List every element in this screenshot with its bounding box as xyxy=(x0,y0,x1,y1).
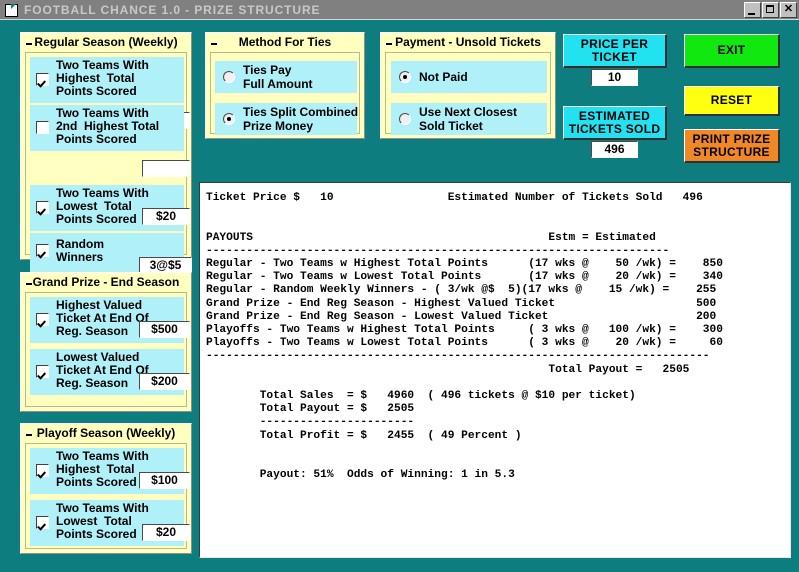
row-regular-highest[interactable]: Two Teams With Highest Total Points Scor… xyxy=(30,57,184,103)
panel-playoff-season: Playoff Season (Weekly) Two Teams With H… xyxy=(20,423,192,554)
radio-ties-split[interactable] xyxy=(223,113,235,125)
panel-playoff-season-title: Playoff Season (Weekly) xyxy=(36,426,176,440)
window-controls: ✕ xyxy=(744,2,797,18)
title-bar: FOOTBALL CHANCE 1.0 - PRIZE STRUCTURE ✕ xyxy=(0,0,799,20)
estimated-tickets-sold-button[interactable]: ESTIMATED TICKETS SOLD xyxy=(563,106,667,140)
label-regular-highest: Two Teams With Highest Total Points Scor… xyxy=(56,58,149,98)
value-regular-lowest[interactable]: $20 xyxy=(142,208,190,225)
radio-ties-pay-full[interactable] xyxy=(223,71,235,83)
label-regular-lowest: Two Teams With Lowest Total Points Score… xyxy=(56,186,149,226)
label-playoff-lowest: Two Teams With Lowest Total Points Score… xyxy=(56,501,149,541)
system-menu-icon[interactable] xyxy=(3,3,19,17)
row-regular-2nd-highest[interactable]: Two Teams With 2nd Highest Total Points … xyxy=(30,105,184,151)
label-not-paid: Not Paid xyxy=(419,70,468,84)
checkbox-regular-highest[interactable] xyxy=(36,73,49,86)
price-per-ticket-value[interactable]: 10 xyxy=(591,69,638,86)
application-window: FOOTBALL CHANCE 1.0 - PRIZE STRUCTURE ✕ … xyxy=(0,0,799,572)
minimize-button[interactable] xyxy=(744,2,761,18)
value-grand-highest[interactable]: $500 xyxy=(139,321,190,338)
panel-payment-unsold-title: Payment - Unsold Tickets xyxy=(395,35,541,49)
checkbox-playoff-lowest[interactable] xyxy=(36,516,49,529)
radio-row-ties-split[interactable]: Ties Split Combined Prize Money xyxy=(215,103,359,135)
value-playoff-lowest[interactable]: $20 xyxy=(142,524,190,541)
prize-structure-report: Ticket Price $ 10 Estimated Number of Ti… xyxy=(199,182,791,558)
panel-regular-season-title: Regular Season (Weekly) xyxy=(34,35,178,49)
estimated-tickets-sold-value[interactable]: 496 xyxy=(591,141,638,158)
panel-payment-unsold: Payment - Unsold Tickets Not Paid Use Ne… xyxy=(380,32,556,139)
checkbox-grand-highest[interactable] xyxy=(36,313,49,326)
panel-method-for-ties: Method For Ties Ties Pay Full Amount Tie… xyxy=(205,32,365,139)
checkbox-regular-2nd-highest[interactable] xyxy=(36,121,49,134)
label-regular-2nd-highest: Two Teams With 2nd Highest Total Points … xyxy=(56,106,160,146)
window-title: FOOTBALL CHANCE 1.0 - PRIZE STRUCTURE xyxy=(24,2,321,17)
value-grand-lowest[interactable]: $200 xyxy=(139,373,190,390)
radio-row-ties-pay-full[interactable]: Ties Pay Full Amount xyxy=(215,61,357,93)
label-ties-split: Ties Split Combined Prize Money xyxy=(243,105,359,133)
radio-next-closest[interactable] xyxy=(399,113,411,125)
reset-button[interactable]: RESET xyxy=(684,86,780,116)
report-text: Ticket Price $ 10 Estimated Number of Ti… xyxy=(206,192,723,482)
checkbox-random-winners[interactable] xyxy=(36,244,49,257)
panel-method-for-ties-title: Method For Ties xyxy=(238,35,332,49)
label-grand-highest: Highest Valued Ticket At End Of Reg. Sea… xyxy=(56,298,149,338)
maximize-button[interactable] xyxy=(762,2,779,18)
value-playoff-highest[interactable]: $100 xyxy=(139,472,190,489)
label-next-closest: Use Next Closest Sold Ticket xyxy=(419,105,518,133)
label-random-winners: Random Winners xyxy=(56,237,104,264)
print-prize-structure-button[interactable]: PRINT PRIZE STRUCTURE xyxy=(684,129,780,163)
panel-grand-prize-title: Grand Prize - End Season xyxy=(32,275,180,289)
label-ties-pay-full: Ties Pay Full Amount xyxy=(243,63,313,91)
panel-grand-prize: Grand Prize - End Season Highest Valued … xyxy=(20,272,192,412)
checkbox-regular-lowest[interactable] xyxy=(36,201,49,214)
label-playoff-highest: Two Teams With Highest Total Points Scor… xyxy=(56,449,149,489)
checkbox-playoff-highest[interactable] xyxy=(36,464,49,477)
radio-row-next-closest[interactable]: Use Next Closest Sold Ticket xyxy=(391,103,547,135)
checkbox-grand-lowest[interactable] xyxy=(36,365,49,378)
close-button[interactable]: ✕ xyxy=(780,2,797,18)
radio-row-not-paid[interactable]: Not Paid xyxy=(391,61,547,93)
label-grand-lowest: Lowest Valued Ticket At End Of Reg. Seas… xyxy=(56,350,149,390)
panel-regular-season: Regular Season (Weekly) Two Teams With H… xyxy=(20,32,192,275)
exit-button[interactable]: EXIT xyxy=(684,34,780,68)
price-per-ticket-button[interactable]: PRICE PER TICKET xyxy=(563,34,667,68)
value-regular-2nd-highest[interactable] xyxy=(142,160,190,177)
radio-not-paid[interactable] xyxy=(399,71,411,83)
